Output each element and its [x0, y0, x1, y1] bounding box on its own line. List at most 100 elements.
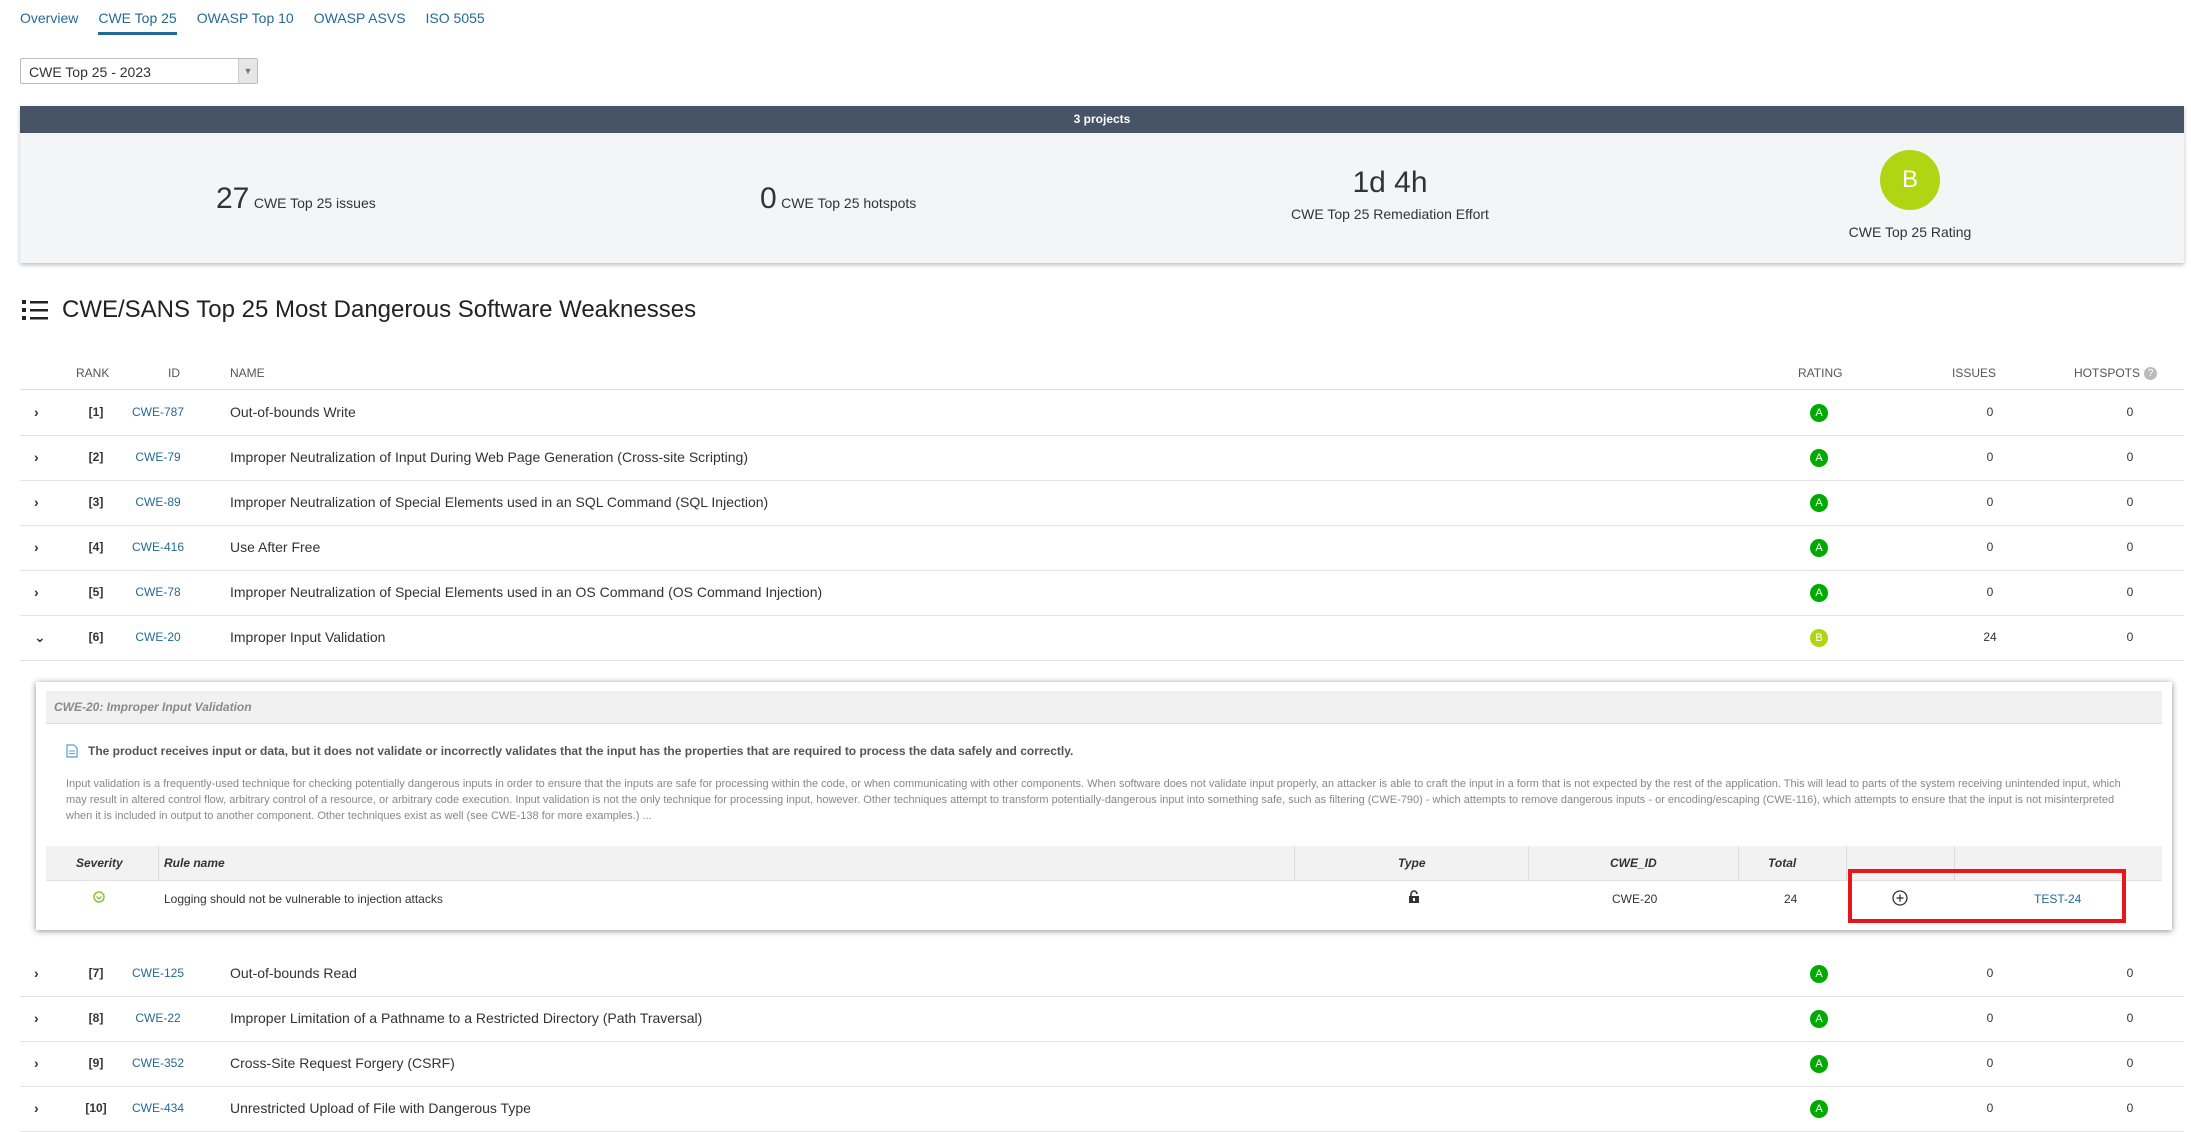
row-issues[interactable]: 24: [1960, 615, 2020, 660]
table-row[interactable]: › [9] CWE-352 Cross-Site Request Forgery (C…: [20, 1041, 2184, 1087]
row-cwe-link[interactable]: CWE-20: [128, 615, 188, 660]
issues-value[interactable]: 27: [216, 182, 249, 215]
row-issues[interactable]: 0: [1960, 570, 2020, 615]
row-cwe-link[interactable]: CWE-78: [128, 570, 188, 615]
column-divider: [1528, 846, 1529, 880]
row-hotspots[interactable]: 0: [2100, 1041, 2160, 1086]
rating-badge[interactable]: A: [1810, 449, 1828, 468]
hotspots-metric: 0 CWE Top 25 hotspots: [760, 182, 916, 216]
row-hotspots[interactable]: 0: [2100, 951, 2160, 996]
expand-chevron-icon[interactable]: ›: [34, 525, 39, 570]
tab-owasp-asvs[interactable]: OWASP ASVS: [314, 0, 406, 32]
expand-chevron-icon[interactable]: ›: [34, 1086, 39, 1131]
row-issues[interactable]: 0: [1960, 1086, 2020, 1131]
rules-header-severity: Severity: [76, 856, 123, 870]
row-hotspots[interactable]: 0: [2100, 480, 2160, 525]
row-hotspots[interactable]: 0: [2100, 570, 2160, 615]
row-issues[interactable]: 0: [1960, 390, 2020, 435]
standards-tabs: Overview CWE Top 25 OWASP Top 10 OWASP A…: [20, 0, 485, 35]
issues-metric: 27 CWE Top 25 issues: [216, 182, 376, 216]
row-hotspots[interactable]: 0: [2100, 1086, 2160, 1131]
row-cwe-link[interactable]: CWE-79: [128, 435, 188, 480]
row-rating: A: [1810, 525, 1830, 570]
rating-badge[interactable]: A: [1810, 965, 1828, 984]
detail-title: CWE-20: Improper Input Validation: [54, 700, 252, 714]
help-icon[interactable]: ?: [2144, 366, 2158, 380]
version-select[interactable]: CWE Top 25 - 2023 ▼: [20, 58, 258, 84]
row-issues[interactable]: 0: [1960, 525, 2020, 570]
row-name: Improper Neutralization of Special Eleme…: [230, 584, 823, 600]
table-row[interactable]: › [4] CWE-416 Use After Free A 0 0: [20, 525, 2184, 571]
chevron-down-icon[interactable]: ▼: [238, 59, 257, 83]
row-name: Improper Neutralization of Special Eleme…: [230, 494, 769, 510]
expand-chevron-icon[interactable]: ›: [34, 390, 39, 435]
row-issues[interactable]: 0: [1960, 435, 2020, 480]
table-row[interactable]: › [7] CWE-125 Out-of-bounds Read A 0 0: [20, 951, 2184, 997]
detail-header: CWE-20: Improper Input Validation: [46, 691, 2162, 724]
detail-summary-text: The product receives input or data, but …: [88, 744, 1074, 758]
table-row[interactable]: › [3] CWE-89 Improper Neutralization of Spe…: [20, 480, 2184, 526]
row-rating: A: [1810, 996, 1830, 1041]
rule-name[interactable]: Logging should not be vulnerable to inje…: [164, 892, 443, 906]
table-row[interactable]: › [1] CWE-787 Out-of-bounds Write A 0 0: [20, 390, 2184, 436]
rating-badge[interactable]: A: [1810, 494, 1828, 513]
row-cwe-link[interactable]: CWE-125: [128, 951, 188, 996]
tab-cwe-top-25[interactable]: CWE Top 25: [98, 0, 177, 35]
rating-badge[interactable]: A: [1810, 584, 1828, 603]
table-row[interactable]: ⌄ [6] CWE-20 Improper Input Validation B 24 0: [20, 615, 2184, 661]
row-rank: [4]: [88, 540, 104, 554]
row-cwe-link[interactable]: CWE-22: [128, 996, 188, 1041]
row-issues[interactable]: 0: [1960, 480, 2020, 525]
row-cwe-link[interactable]: CWE-89: [128, 480, 188, 525]
row-rating: A: [1810, 435, 1830, 480]
expand-chevron-icon[interactable]: ›: [34, 1041, 39, 1086]
expand-chevron-icon[interactable]: ›: [34, 480, 39, 525]
table-row[interactable]: › [2] CWE-79 Improper Neutralization of Inp…: [20, 435, 2184, 481]
vulnerability-lock-icon: [1408, 890, 1420, 907]
expand-chevron-icon[interactable]: ›: [34, 435, 39, 480]
table-row[interactable]: › [5] CWE-78 Improper Neutralization of Spe…: [20, 570, 2184, 616]
row-hotspots[interactable]: 0: [2100, 615, 2160, 660]
rules-header-cwe: CWE_ID: [1610, 856, 1657, 870]
row-cwe-link[interactable]: CWE-352: [128, 1041, 188, 1086]
row-hotspots[interactable]: 0: [2100, 996, 2160, 1041]
table-row[interactable]: › [10] CWE-434 Unrestricted Upload of File …: [20, 1086, 2184, 1132]
effort-value[interactable]: 1d 4h: [1270, 166, 1510, 200]
row-hotspots[interactable]: 0: [2100, 390, 2160, 435]
expand-chevron-icon[interactable]: ›: [34, 951, 39, 996]
expand-chevron-icon[interactable]: ›: [34, 996, 39, 1041]
header-hotspots: HOTSPOTS ?: [2074, 366, 2158, 380]
tab-iso-5055[interactable]: ISO 5055: [426, 0, 485, 32]
rule-row: Logging should not be vulnerable to inje…: [46, 880, 2162, 918]
rule-cwe-id: CWE-20: [1612, 892, 1658, 906]
table-row[interactable]: › [8] CWE-22 Improper Limitation of a Pathn…: [20, 996, 2184, 1042]
rules-header-type: Type: [1398, 856, 1426, 870]
row-rank: [2]: [88, 450, 104, 464]
rating-badge[interactable]: B: [1880, 150, 1940, 210]
row-cwe-link[interactable]: CWE-416: [128, 525, 188, 570]
row-name: Use After Free: [230, 539, 321, 555]
rule-total[interactable]: 24: [1784, 892, 1797, 906]
row-hotspots[interactable]: 0: [2100, 435, 2160, 480]
row-cwe-link[interactable]: CWE-434: [128, 1086, 188, 1131]
rating-badge[interactable]: B: [1810, 629, 1828, 648]
tab-owasp-top-10[interactable]: OWASP Top 10: [197, 0, 294, 32]
row-cwe-link[interactable]: CWE-787: [128, 390, 188, 435]
expand-chevron-icon[interactable]: ›: [34, 570, 39, 615]
tab-overview[interactable]: Overview: [20, 0, 78, 32]
rating-badge[interactable]: A: [1810, 404, 1828, 423]
row-issues[interactable]: 0: [1960, 951, 2020, 996]
rating-badge[interactable]: A: [1810, 1100, 1828, 1119]
row-issues[interactable]: 0: [1960, 1041, 2020, 1086]
issues-label: CWE Top 25 issues: [253, 195, 376, 211]
row-rating: A: [1810, 1086, 1830, 1131]
row-rank: [5]: [88, 585, 104, 599]
expand-chevron-icon[interactable]: ⌄: [34, 615, 46, 660]
rating-badge[interactable]: A: [1810, 1055, 1828, 1074]
row-rating: A: [1810, 1041, 1830, 1086]
row-hotspots[interactable]: 0: [2100, 525, 2160, 570]
rating-badge[interactable]: A: [1810, 1010, 1828, 1029]
row-issues[interactable]: 0: [1960, 996, 2020, 1041]
hotspots-value[interactable]: 0: [760, 182, 777, 215]
rating-badge[interactable]: A: [1810, 539, 1828, 558]
